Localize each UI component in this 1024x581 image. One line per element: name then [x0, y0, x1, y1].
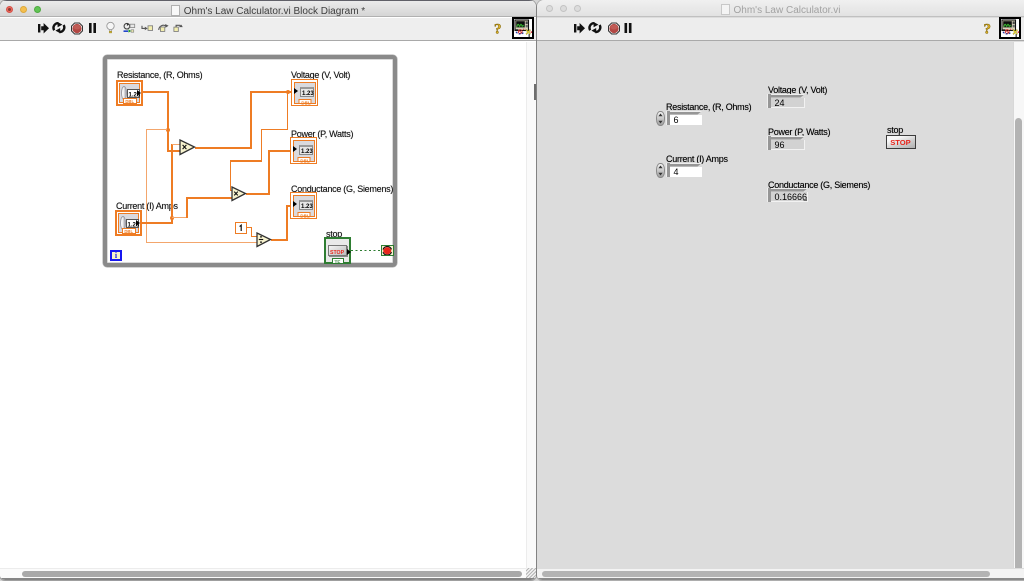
svg-text:DBL: DBL [124, 229, 133, 233]
svg-text:1.23: 1.23 [302, 91, 314, 97]
svg-text:DBL: DBL [300, 158, 310, 162]
svg-text:1.23: 1.23 [301, 204, 313, 210]
svg-text:DBL: DBL [301, 100, 311, 104]
svg-text:1.23: 1.23 [301, 149, 313, 155]
svg-text:STOP: STOP [330, 249, 345, 255]
svg-text:TF: TF [334, 259, 340, 264]
svg-text:DBL: DBL [300, 213, 310, 217]
svg-text:?: ? [984, 22, 992, 38]
svg-text:STOP: STOP [890, 138, 911, 147]
svg-text:DBL: DBL [125, 99, 134, 103]
svg-text:?: ? [494, 22, 502, 38]
